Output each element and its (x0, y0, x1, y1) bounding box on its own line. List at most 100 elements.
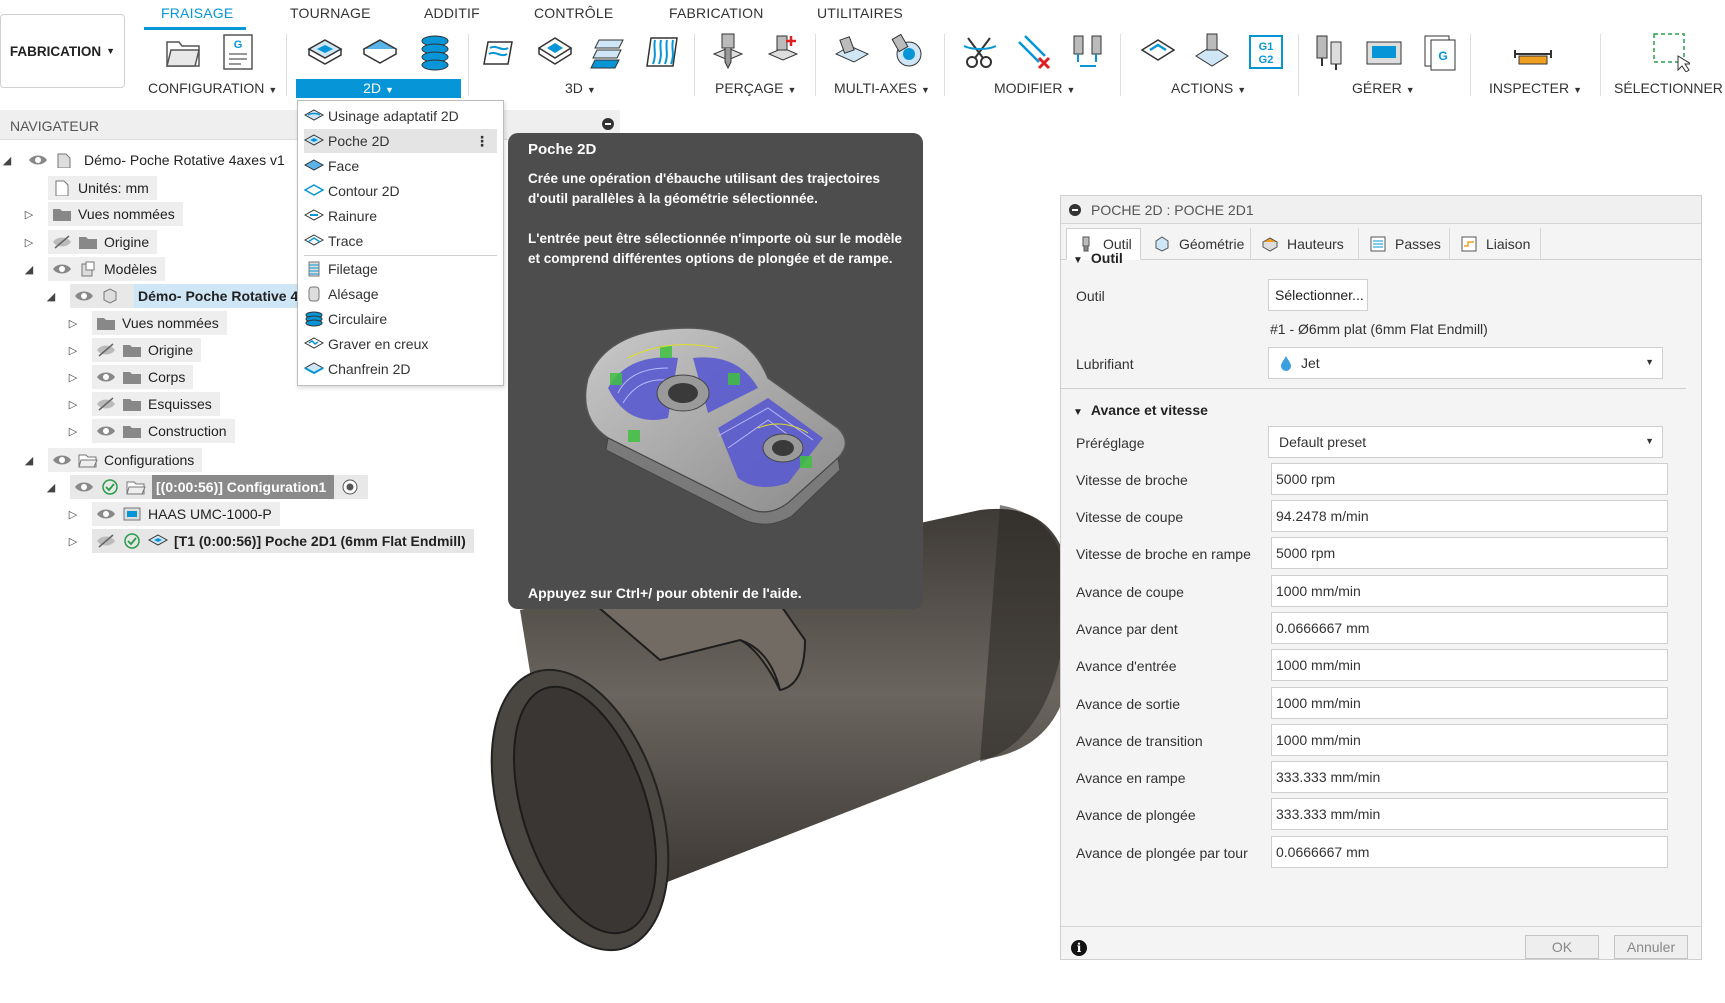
menu-item-thread[interactable]: Filetage (304, 257, 497, 281)
eye-icon[interactable] (52, 261, 72, 277)
circular-stack-icon[interactable] (415, 32, 455, 72)
lead-out-feedrate-input[interactable]: 1000 mm/min (1271, 687, 1668, 719)
section-feed-header[interactable]: ▼ Avance et vitesse (1073, 402, 1208, 418)
tree-row-units[interactable]: Unités: mm (48, 176, 157, 200)
eye-hidden-icon[interactable] (96, 396, 116, 412)
plunge-feed-per-rev-input[interactable]: 0.0666667 mm (1271, 836, 1668, 868)
eye-hidden-icon[interactable] (96, 342, 116, 358)
new-folder-icon[interactable] (163, 32, 203, 72)
adaptive-3d-icon[interactable] (480, 32, 520, 72)
menu-item-contour-2d[interactable]: Contour 2D (303, 179, 497, 203)
simulate-icon[interactable] (1138, 32, 1178, 72)
tab-fabrication[interactable]: FABRICATION (669, 5, 764, 21)
tree-collapsed-icon[interactable]: ▷ (66, 398, 80, 411)
simulate-machine-icon[interactable] (1192, 32, 1232, 72)
plunge-feedrate-input[interactable]: 333.333 mm/min (1271, 798, 1668, 830)
post-process-icon[interactable]: G1 G2 (1246, 32, 1286, 72)
tab-additif[interactable]: ADDITIF (424, 5, 480, 21)
eye-icon[interactable] (52, 452, 72, 468)
cancel-button[interactable]: Annuler (1614, 935, 1688, 959)
group-2d[interactable]: 2D ▼ (296, 79, 461, 98)
collapse-icon[interactable] (1069, 203, 1081, 216)
tree-expanded-icon[interactable]: ◢ (22, 454, 36, 467)
tree-collapsed-icon[interactable]: ▷ (66, 535, 80, 548)
tab-controle[interactable]: CONTRÔLE (534, 5, 613, 21)
eye-hidden-icon[interactable] (52, 234, 72, 250)
menu-item-face[interactable]: Face (303, 154, 497, 178)
group-gerer[interactable]: GÉRER ▼ (1352, 80, 1415, 96)
eye-hidden-icon[interactable] (96, 533, 116, 549)
tree-row-setups[interactable]: ◢ Configurations (22, 448, 203, 472)
setup-sheet-icon[interactable]: G (218, 32, 258, 72)
tab-liaison[interactable]: Liaison (1450, 228, 1541, 260)
drill-icon[interactable] (708, 32, 748, 72)
tab-tournage[interactable]: TOURNAGE (290, 5, 371, 21)
tree-row-machine[interactable]: ▷ HAAS UMC-1000-P (66, 502, 280, 526)
parallel-3d-icon[interactable] (643, 32, 683, 72)
cutting-feedrate-input[interactable]: 1000 mm/min (1271, 575, 1668, 607)
tool-library-icon[interactable] (1311, 32, 1351, 72)
eye-icon[interactable] (96, 369, 116, 385)
tree-row-named-views[interactable]: ▷ Vues nommées (22, 202, 183, 226)
tab-fraisage[interactable]: FRAISAGE (161, 5, 233, 21)
tree-row-bodies[interactable]: ▷ Corps (66, 365, 194, 389)
group-3d[interactable]: 3D ▼ (565, 80, 596, 96)
tree-row-model[interactable]: ◢ Démo- Poche Rotative 4 (44, 284, 304, 308)
hole-recognition-icon[interactable] (763, 32, 803, 72)
post-library-icon[interactable]: G (1419, 32, 1459, 72)
transition-feedrate-input[interactable]: 1000 mm/min (1271, 724, 1668, 756)
more-options-icon[interactable]: ⋮ (475, 133, 489, 150)
feed-per-tooth-input[interactable]: 0.0666667 mm (1271, 612, 1668, 644)
tree-expanded-icon[interactable]: ◢ (44, 481, 58, 494)
group-inspecter[interactable]: INSPECTER ▼ (1489, 80, 1582, 96)
tree-row-root[interactable]: ◢ Démo- Poche Rotative 4axes v1 (0, 148, 293, 172)
tree-collapsed-icon[interactable]: ▷ (22, 236, 36, 249)
tree-row-sketches[interactable]: ▷ Esquisses (66, 392, 220, 416)
tree-collapsed-icon[interactable]: ▷ (66, 425, 80, 438)
tool-compare-icon[interactable] (1068, 32, 1108, 72)
group-percage[interactable]: PERÇAGE ▼ (715, 80, 796, 96)
menu-item-trace[interactable]: Trace (303, 229, 497, 253)
scissors-icon[interactable] (960, 32, 1000, 72)
tree-row-models[interactable]: ◢ Modèles (22, 257, 165, 281)
coolant-select[interactable]: Jet ▼ (1268, 347, 1663, 379)
ok-button[interactable]: OK (1525, 935, 1599, 959)
tab-geometrie[interactable]: Géométrie (1143, 228, 1251, 260)
tree-collapsed-icon[interactable]: ▷ (66, 371, 80, 384)
tree-collapsed-icon[interactable]: ▷ (66, 317, 80, 330)
tab-utilitaires[interactable]: UTILITAIRES (817, 5, 903, 21)
tree-row-model-named-views[interactable]: ▷ Vues nommées (66, 311, 227, 335)
menu-item-adaptive-2d[interactable]: Usinage adaptatif 2D (303, 104, 497, 128)
group-selectionner[interactable]: SÉLECTIONNER (1614, 80, 1723, 96)
group-actions[interactable]: ACTIONS ▼ (1171, 80, 1246, 96)
eye-icon[interactable] (96, 506, 116, 522)
rotary-pocket-icon[interactable] (887, 32, 927, 72)
group-configuration[interactable]: CONFIGURATION ▼ (148, 80, 277, 96)
tree-row-construction[interactable]: ▷ Construction (66, 419, 235, 443)
contour-3d-icon[interactable] (589, 32, 629, 72)
menu-item-chamfer-2d[interactable]: Chanfrein 2D (303, 357, 497, 381)
tree-expanded-icon[interactable]: ◢ (44, 290, 58, 303)
menu-item-pocket-2d[interactable]: Poche 2D ⋮ (303, 129, 497, 153)
lead-in-feedrate-input[interactable]: 1000 mm/min (1271, 649, 1668, 681)
eye-icon[interactable] (74, 479, 94, 495)
group-modifier[interactable]: MODIFIER ▼ (994, 80, 1075, 96)
tab-passes[interactable]: Passes (1359, 228, 1450, 260)
group-multiaxes[interactable]: MULTI-AXES ▼ (834, 80, 930, 96)
menu-item-slot[interactable]: Rainure (303, 204, 497, 228)
ramp-feedrate-input[interactable]: 333.333 mm/min (1271, 761, 1668, 793)
select-icon[interactable] (1650, 32, 1693, 73)
tree-expanded-icon[interactable]: ◢ (22, 263, 36, 276)
workspace-switcher[interactable]: FABRICATION ▼ (0, 14, 125, 88)
eye-icon[interactable] (74, 288, 94, 304)
spindle-speed-input[interactable]: 5000 rpm (1271, 463, 1668, 495)
eye-icon[interactable] (96, 423, 116, 439)
tree-collapsed-icon[interactable]: ▷ (66, 508, 80, 521)
info-icon[interactable]: i (1071, 940, 1087, 956)
eye-icon[interactable] (28, 152, 48, 168)
pocket-3d-icon[interactable] (535, 32, 575, 72)
delete-toolpath-icon[interactable] (1015, 32, 1055, 72)
tree-row-model-origin[interactable]: ▷ Origine (66, 338, 202, 362)
menu-item-circular[interactable]: Circulaire (304, 307, 497, 331)
collapse-icon[interactable] (602, 118, 614, 130)
